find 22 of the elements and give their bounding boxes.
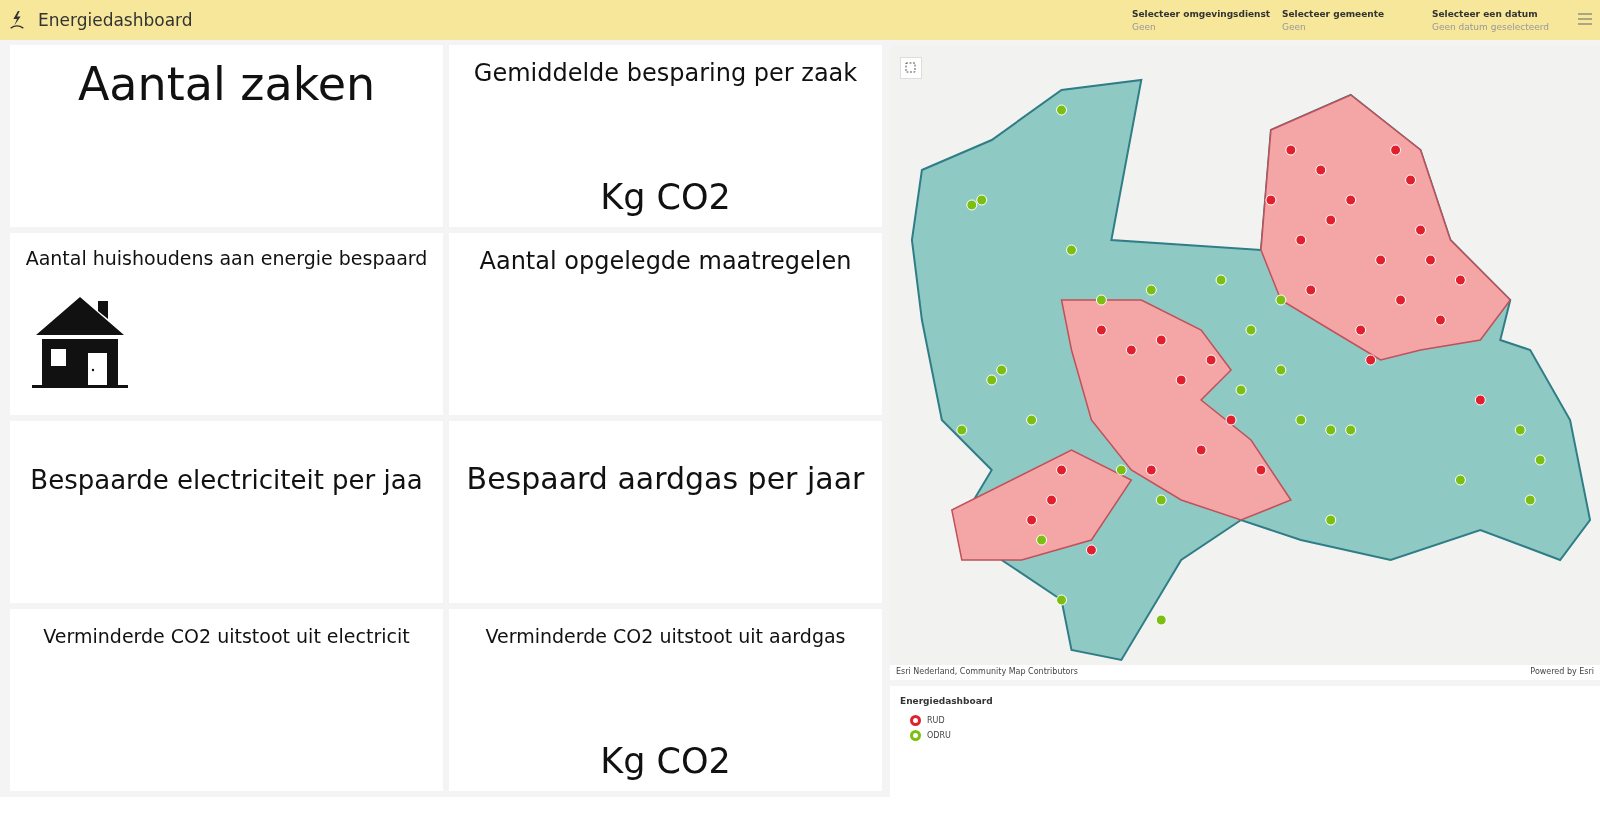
card-title: Verminderde CO2 uitstoot uit aardgas [485, 625, 846, 647]
lightning-icon [8, 10, 26, 30]
legend-label: RUD [927, 716, 945, 725]
card-title: Bespaard aardgas per jaar [466, 461, 865, 496]
app-title: Energiedashboard [38, 10, 193, 30]
unit-label: Kg CO2 [600, 177, 731, 217]
card-title: Bespaarde electriciteit per jaa [30, 465, 423, 495]
card-title: Aantal zaken [77, 57, 376, 111]
card-title: Aantal huishoudens aan energie bespaard [25, 247, 428, 269]
map-drawing[interactable] [910, 78, 1592, 662]
select-area-icon[interactable] [900, 57, 922, 79]
legend-label: ODRU [927, 731, 951, 740]
legend-title: Energiedashboard [900, 696, 994, 706]
filter-selector[interactable]: Selecteer gemeente Geen [1270, 8, 1420, 32]
card-title: Aantal opgelegde maatregelen [479, 247, 852, 275]
filter-selector[interactable]: Selecteer omgevingsdienst Geen [1120, 8, 1270, 32]
card-title: Gemiddelde besparing per zaak [473, 59, 858, 87]
map-attribution: Esri Nederland, Community Map Contributors [896, 667, 1078, 678]
unit-label: Kg CO2 [600, 741, 731, 781]
card-title: Verminderde CO2 uitstoot uit electricit [43, 625, 410, 647]
filter-selector[interactable]: Selecteer een datum Geen datum geselecteerd [1420, 8, 1570, 32]
powered-by-label: Powered by Esri [1530, 667, 1594, 678]
